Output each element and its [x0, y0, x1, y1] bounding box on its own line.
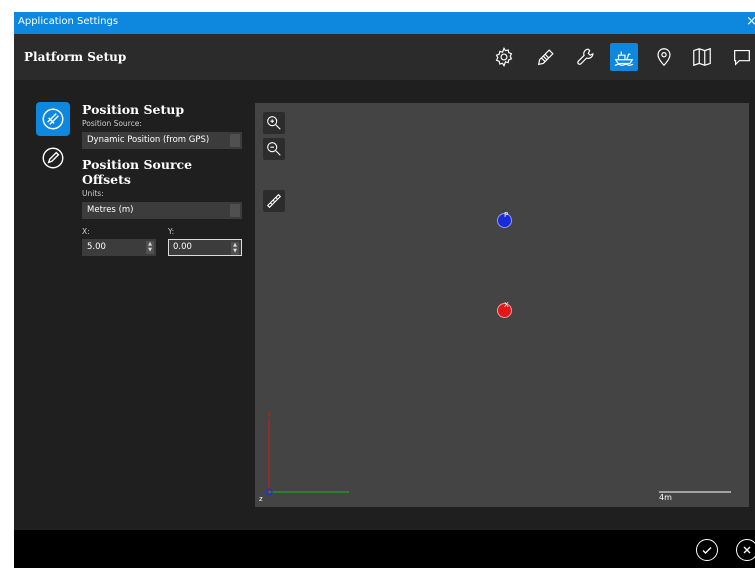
wrench-icon: [577, 48, 594, 65]
window-close-button[interactable]: ×: [746, 14, 755, 29]
confirm-button[interactable]: [696, 539, 718, 561]
boat-icon: [614, 51, 634, 66]
tab-tools[interactable]: [572, 43, 600, 71]
close-icon: [743, 546, 751, 554]
x-axis-label: x: [267, 410, 271, 418]
page-title: Platform Setup: [24, 50, 127, 64]
y-offset-input[interactable]: 0.00 ▲ ▼: [168, 239, 242, 256]
position-source-select[interactable]: Dynamic Position (from GPS): [82, 132, 242, 149]
offsets-heading: Position Source Offsets: [82, 157, 193, 187]
x-offset-value: 5.00: [87, 242, 106, 252]
dropdown-arrow-icon[interactable]: [230, 134, 240, 147]
units-label: Units:: [82, 189, 104, 198]
settings-gear-icon: [495, 46, 513, 68]
position-source-label: Position Source:: [82, 119, 142, 128]
x-offset-input[interactable]: 5.00 ▲ ▼: [82, 239, 156, 256]
units-select[interactable]: Metres (m): [82, 202, 242, 219]
map-icon: [693, 47, 711, 67]
axis-origin: x z: [259, 410, 731, 503]
location-pin-icon: [657, 48, 671, 67]
cancel-button[interactable]: [736, 539, 755, 561]
scale-label: 4m: [659, 493, 672, 502]
y-offset-stepper[interactable]: ▲ ▼: [231, 242, 239, 255]
tab-map[interactable]: [688, 43, 716, 71]
position-setup-heading: Position Setup: [82, 102, 185, 117]
title-bar: Application Settings ×: [14, 12, 755, 34]
header-bar: Platform Setup: [14, 34, 755, 80]
tab-platform[interactable]: [610, 43, 638, 71]
x-offset-label: X:: [82, 227, 90, 236]
window-title: Application Settings: [18, 16, 119, 27]
check-icon: [702, 547, 712, 554]
footer-bar: [14, 530, 755, 568]
sidebar-item-edit[interactable]: [36, 141, 70, 175]
y-offset-label: Y:: [168, 227, 175, 236]
tab-calibration[interactable]: [532, 43, 560, 71]
position-source-value: Dynamic Position (from GPS): [87, 135, 210, 145]
sidebar-item-position[interactable]: [36, 102, 70, 136]
position-form: Position Setup Position Source: Dynamic …: [82, 102, 242, 256]
x-offset-stepper[interactable]: ▲ ▼: [146, 241, 154, 254]
map-view[interactable]: P X x z 4m: [255, 103, 749, 507]
pencil-edit-icon: [537, 49, 554, 66]
z-axis-label: z: [259, 495, 263, 503]
tab-settings[interactable]: [490, 43, 518, 71]
gps-satellite-icon: [42, 108, 64, 130]
tab-location[interactable]: [650, 43, 678, 71]
content-panel: Position Setup Position Source: Dynamic …: [14, 80, 755, 530]
units-value: Metres (m): [87, 205, 134, 215]
settings-window: Application Settings × Platform Setup Po…: [14, 12, 755, 568]
chat-bubble-icon: [734, 49, 750, 66]
y-offset-value: 0.00: [173, 242, 192, 252]
dropdown-arrow-icon[interactable]: [230, 204, 240, 217]
tab-messages[interactable]: [728, 43, 755, 71]
pencil-edit-icon: [42, 147, 64, 169]
